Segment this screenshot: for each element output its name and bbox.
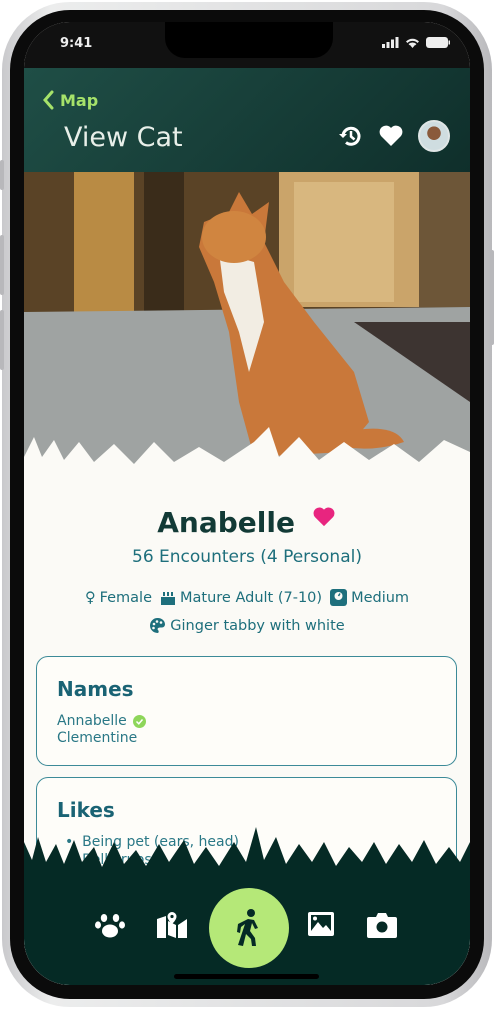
- attributes-row-1: ♀ Female Mature Adult (7-10) Medium: [24, 589, 470, 606]
- back-label: Map: [60, 90, 99, 110]
- name-item: Annabelle: [57, 713, 146, 729]
- status-time: 9:41: [60, 36, 93, 51]
- female-icon: ♀: [84, 589, 96, 606]
- attribute-age: Mature Adult (7-10): [160, 589, 322, 606]
- avatar[interactable]: [418, 120, 450, 152]
- heart-icon[interactable]: [378, 124, 404, 148]
- paw-icon: [95, 914, 125, 938]
- back-button[interactable]: Map: [42, 90, 98, 110]
- attribute-label: Mature Adult (7-10): [180, 589, 323, 606]
- header: Map View Cat: [24, 68, 470, 172]
- verified-check-icon: [132, 714, 146, 728]
- mute-switch: [0, 160, 4, 190]
- nav-walk-button[interactable]: [209, 888, 289, 968]
- attributes-row-2: Ginger tabby with white: [24, 617, 470, 634]
- cat-name: Anabelle: [157, 506, 295, 539]
- attribute-label: Medium: [351, 589, 410, 606]
- favorite-heart-icon[interactable]: [311, 506, 337, 528]
- weight-icon: [330, 589, 348, 606]
- volume-up-button: [0, 235, 4, 295]
- chevron-left-icon: [43, 90, 54, 110]
- attribute-label: Female: [99, 589, 152, 606]
- name-text: Annabelle: [57, 713, 127, 729]
- signal-icon: [382, 37, 399, 48]
- history-icon[interactable]: [338, 123, 364, 149]
- nav-camera[interactable]: [366, 911, 398, 939]
- attribute-color: Ginger tabby with white: [149, 617, 345, 634]
- nav-gallery[interactable]: [307, 911, 335, 937]
- attribute-size: Medium: [330, 589, 409, 606]
- screen: 9:41 Map View Cat Anabelle 56 Encounters…: [24, 22, 470, 985]
- battery-icon: [426, 37, 450, 48]
- attribute-sex: ♀ Female: [85, 589, 152, 606]
- camera-icon: [367, 913, 397, 938]
- power-button: [490, 250, 494, 345]
- names-card: Names Annabelle Clementine: [36, 656, 457, 766]
- cat-name-row: Anabelle: [24, 506, 470, 539]
- palette-icon: [150, 617, 166, 633]
- walk-icon: [237, 909, 258, 946]
- cake-icon: [161, 591, 175, 605]
- nav-cats[interactable]: [94, 911, 126, 939]
- page-title: View Cat: [64, 122, 183, 153]
- names-card-title: Names: [57, 677, 134, 701]
- encounters-count: 56 Encounters (4 Personal): [132, 547, 362, 567]
- likes-card-title: Likes: [57, 798, 115, 822]
- name-item: Clementine: [57, 730, 138, 746]
- volume-down-button: [0, 310, 4, 370]
- status-bar: 9:41: [24, 22, 470, 68]
- map-icon: [157, 912, 187, 938]
- wifi-icon: [406, 38, 419, 48]
- nav-map[interactable]: [156, 911, 188, 939]
- notch: [165, 22, 333, 58]
- home-indicator[interactable]: [174, 974, 319, 979]
- attribute-label: Ginger tabby with white: [170, 617, 345, 634]
- cat-photo: [24, 172, 470, 472]
- image-icon: [308, 912, 334, 936]
